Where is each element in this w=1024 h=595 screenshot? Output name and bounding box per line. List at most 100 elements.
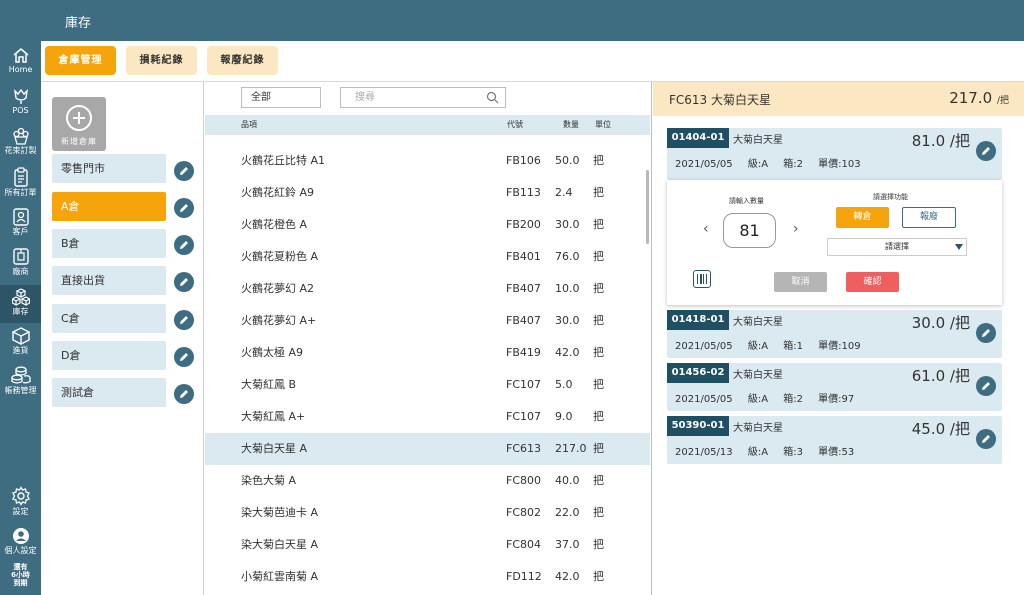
table-row[interactable]: 大菊紅鳳 A+ FC107 9.0 把 <box>205 401 650 433</box>
tab-warehouse-management[interactable]: 倉庫管理 <box>45 46 116 75</box>
nav-accounting-label: 帳務管理 <box>4 386 37 395</box>
table-row[interactable]: 大菊紅鳳 B FC107 5.0 把 <box>205 369 650 401</box>
edit-warehouse-button[interactable] <box>174 347 194 367</box>
row-qty: 37.0 <box>555 538 580 551</box>
pencil-icon <box>982 329 990 337</box>
batch-card[interactable]: 01404-01 大菊白天星 81.0 /把 2021/05/05 級:A 箱:… <box>667 128 1002 180</box>
pencil-icon <box>982 147 990 155</box>
warehouse-item[interactable]: 直接出貨 <box>52 266 166 295</box>
table-row[interactable]: 火鶴太極 A9 FB419 42.0 把 <box>205 337 650 369</box>
batch-code: 01404-01 <box>667 128 729 148</box>
batch-card[interactable]: 01418-01 大菊白天星 30.0 /把 2021/05/05 級:A 箱:… <box>667 310 1002 358</box>
row-unit: 把 <box>593 314 604 327</box>
quantity-input[interactable]: 81 <box>723 213 776 248</box>
nav-home[interactable]: Home <box>0 47 41 81</box>
batch-code: 01418-01 <box>667 310 729 330</box>
transfer-button[interactable]: 轉倉 <box>836 207 889 228</box>
nav-bouquet[interactable]: 花束訂製 <box>0 127 41 161</box>
edit-batch-button[interactable] <box>976 323 996 343</box>
row-name: 火鶴花夢幻 A+ <box>241 314 317 327</box>
scrap-button[interactable]: 報廢 <box>902 207 956 228</box>
warehouse-item[interactable]: D倉 <box>52 341 166 370</box>
header-unit: 單位 <box>595 120 611 129</box>
warehouse-item[interactable]: C倉 <box>52 304 166 333</box>
warehouse-item[interactable]: A倉 <box>52 192 166 221</box>
row-unit: 把 <box>593 506 604 519</box>
caret-down-icon <box>955 244 963 250</box>
pencil-icon <box>982 382 990 390</box>
nav-accounting[interactable]: 帳務管理 <box>0 366 41 400</box>
barcode-scan-icon[interactable] <box>693 270 711 288</box>
edit-batch-button[interactable] <box>976 376 996 396</box>
nav-orders[interactable]: 所有訂單 <box>0 167 41 201</box>
pencil-icon <box>180 204 188 212</box>
detail-title: FC613 大菊白天星 <box>669 93 772 107</box>
nav-settings[interactable]: 設定 <box>0 486 41 520</box>
category-filter-select[interactable]: 全部 <box>241 87 321 108</box>
edit-batch-button[interactable] <box>976 429 996 449</box>
table-row[interactable]: 染色大菊 A FC800 40.0 把 <box>205 465 650 497</box>
trial-line-3: 到期 <box>13 579 28 587</box>
batch-date: 2021/05/05 <box>675 341 733 352</box>
sidebar: Home POS 花束訂製 所有訂單 客戶 廠商 庫存 進貨 帳務管理 設定 個… <box>0 0 41 595</box>
edit-warehouse-button[interactable] <box>174 310 194 330</box>
confirm-button[interactable]: 確認 <box>846 272 899 292</box>
box-icon <box>11 327 30 345</box>
warehouse-item[interactable]: B倉 <box>52 229 166 258</box>
coins-icon <box>10 366 31 384</box>
header-qty: 數量 <box>563 120 579 129</box>
add-warehouse-button[interactable]: 新增倉庫 <box>52 97 106 151</box>
header-code: 代號 <box>507 120 523 129</box>
nav-bouquet-label: 花束訂製 <box>4 146 37 155</box>
nav-customers[interactable]: 客戶 <box>0 207 41 241</box>
edit-warehouse-button[interactable] <box>174 272 194 292</box>
list-scrollbar[interactable] <box>646 170 649 244</box>
table-row[interactable]: 火鶴花夢幻 A2 FB407 10.0 把 <box>205 273 650 305</box>
warehouse-item[interactable]: 零售門市 <box>52 154 166 183</box>
nav-inventory[interactable]: 庫存 <box>0 285 41 323</box>
table-row[interactable]: 染大菊芭迪卡 A FC802 22.0 把 <box>205 497 650 529</box>
batch-qty: 81.0 /把 <box>911 132 970 150</box>
target-select-value: 請選擇 <box>885 242 909 251</box>
gear-icon <box>11 486 30 506</box>
row-name: 火鶴太極 A9 <box>241 346 304 359</box>
pencil-icon <box>180 353 188 361</box>
warehouse-item[interactable]: 測試倉 <box>52 378 166 407</box>
edit-warehouse-button[interactable] <box>174 384 194 404</box>
table-row[interactable]: 小菊紅雲南菊 A FD112 42.0 把 <box>205 561 650 593</box>
batch-card[interactable]: 01456-02 大菊白天星 61.0 /把 2021/05/05 級:A 箱:… <box>667 363 1002 411</box>
nav-profile[interactable]: 個人設定 <box>0 527 41 561</box>
edit-warehouse-button[interactable] <box>174 161 194 181</box>
row-code: FB407 <box>506 282 541 295</box>
batch-code: 50390-01 <box>667 416 729 436</box>
batch-price: 單價:103 <box>818 159 861 170</box>
table-row[interactable]: 染大菊白天星 A FC804 37.0 把 <box>205 529 650 561</box>
tab-loss-records[interactable]: 損耗紀錄 <box>126 46 197 75</box>
nav-purchase-label: 進貨 <box>12 346 29 355</box>
batch-grade: 級:A <box>747 394 769 405</box>
row-qty: 76.0 <box>555 250 580 263</box>
table-row[interactable]: 火鶴花夏粉色 A FB401 76.0 把 <box>205 241 650 273</box>
table-row[interactable]: 火鶴花丘比特 A1 FB106 50.0 把 <box>205 145 650 177</box>
nav-pos[interactable]: POS <box>0 87 41 121</box>
batch-date: 2021/05/05 <box>675 159 733 170</box>
tab-scrap-records[interactable]: 報廢紀錄 <box>207 46 278 75</box>
nav-vendors[interactable]: 廠商 <box>0 247 41 281</box>
decrease-quantity-button[interactable]: ‹ <box>703 221 709 237</box>
nav-purchase[interactable]: 進貨 <box>0 327 41 361</box>
table-row[interactable]: 火鶴花紅鈴 A9 FB113 2.4 把 <box>205 177 650 209</box>
user-avatar-icon <box>12 528 29 544</box>
batch-card[interactable]: 50390-01 大菊白天星 45.0 /把 2021/05/13 級:A 箱:… <box>667 416 1002 464</box>
table-row[interactable]: 火鶴花橙色 A FB200 30.0 把 <box>205 209 650 241</box>
edit-warehouse-button[interactable] <box>174 235 194 255</box>
edit-batch-button[interactable] <box>976 141 996 161</box>
edit-warehouse-button[interactable] <box>174 198 194 218</box>
cancel-button[interactable]: 取消 <box>774 272 827 292</box>
nav-home-label: Home <box>8 65 33 74</box>
table-row[interactable]: 火鶴花夢幻 A+ FB407 30.0 把 <box>205 305 650 337</box>
search-input[interactable]: 搜尋 <box>340 87 506 108</box>
table-row[interactable]: 大菊白天星 A FC613 217.0 把 <box>205 433 650 465</box>
target-select[interactable]: 請選擇 <box>827 238 967 256</box>
trial-countdown: 還有 6小時 到期 <box>0 563 41 587</box>
increase-quantity-button[interactable]: › <box>793 221 799 237</box>
